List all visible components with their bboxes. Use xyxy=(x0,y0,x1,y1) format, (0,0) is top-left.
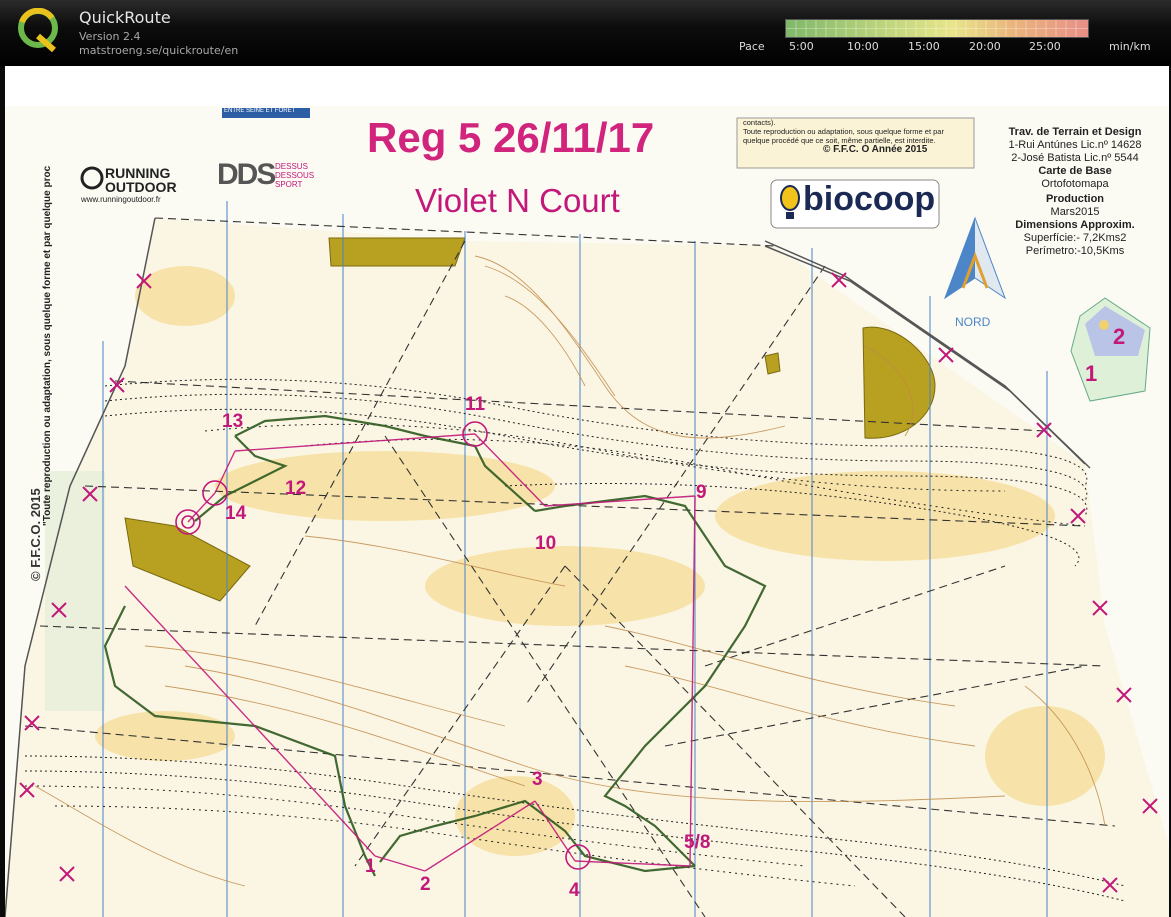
orienteering-map[interactable]: ENTRE SEINE ET FORÊT Reg 5 26/11/17 Viol… xyxy=(5,66,1169,917)
inset-label: 2 xyxy=(1113,324,1126,349)
control-number: 3 xyxy=(532,769,543,790)
credits-line: Ortofotomapa xyxy=(1041,178,1109,190)
pace-tick: 10:00 xyxy=(847,40,879,53)
inset-map xyxy=(1070,297,1151,402)
pace-color-scale xyxy=(785,19,1089,38)
credits-line: Perímetro:-10,5Kms xyxy=(1025,245,1125,257)
pace-scale-grid xyxy=(786,20,1088,37)
pace-unit: min/km xyxy=(1109,40,1151,53)
credits-title: Trav. de Terrain et Design xyxy=(1008,126,1142,138)
pace-tick: 15:00 xyxy=(908,40,940,53)
control-number: 4 xyxy=(569,880,580,901)
map-credits: Trav. de Terrain et Design 1-Rui Antúnes… xyxy=(975,126,1169,258)
course-name: Violet N Court xyxy=(415,182,620,219)
app-version: Version 2.4 xyxy=(79,30,141,43)
control-number: 14 xyxy=(225,503,247,524)
control-number: 2 xyxy=(420,874,431,895)
running-outdoor-logo: RUNNING OUTDOOR xyxy=(105,166,177,194)
copyright-text: contacts). Toute reproduction ou adaptat… xyxy=(743,118,944,155)
control-number: 5/8 xyxy=(684,832,711,853)
side-copyright: © F.F.C.O. 2015 xyxy=(28,488,43,581)
credits-title: Dimensions Approxim. xyxy=(1015,219,1135,231)
control-number: 1 xyxy=(365,856,376,877)
pace-label: Pace xyxy=(739,40,765,53)
north-label: NORD xyxy=(955,315,991,329)
control-number: 13 xyxy=(222,411,244,432)
copyright-line: contacts). xyxy=(743,118,776,127)
dds-subtitle-line: SPORT xyxy=(275,180,303,189)
dds-subtitle-line: DESSUS xyxy=(275,162,308,171)
quickroute-logo-icon xyxy=(18,8,58,52)
control-number: 11 xyxy=(465,394,486,415)
app-url: matstroeng.se/quickroute/en xyxy=(79,44,239,57)
running-outdoor-url: www.runningoutdoor.fr xyxy=(81,195,161,204)
app-title: QuickRoute xyxy=(79,8,171,27)
credits-line: 1-Rui Antúnes Lic.nº 14628 xyxy=(1008,139,1142,151)
credits-line: Mars2015 xyxy=(1050,206,1100,218)
biocoop-balloon-icon xyxy=(780,185,800,219)
map-title: Reg 5 26/11/17 xyxy=(367,114,655,161)
biocoop-logo: biocoop xyxy=(803,180,936,218)
running-outdoor-line: OUTDOOR xyxy=(105,179,177,195)
copyright-line: © F.F.C. O Année 2015 xyxy=(823,144,928,155)
pace-tick: 20:00 xyxy=(969,40,1001,53)
credits-title: Production xyxy=(1045,193,1105,205)
credits-line: 2-José Batista Lic.nº 5544 xyxy=(1011,152,1139,164)
inset-label: 1 xyxy=(1085,361,1098,386)
app-header: QuickRoute Version 2.4 matstroeng.se/qui… xyxy=(0,0,1171,66)
top-banner-text: ENTRE SEINE ET FORÊT xyxy=(224,108,296,114)
dds-logo: DDS xyxy=(217,158,276,191)
pace-tick: 5:00 xyxy=(789,40,814,53)
control-number: 9 xyxy=(696,482,707,503)
dds-subtitle-line: DESSOUS xyxy=(275,171,315,180)
running-outdoor-line: RUNNING xyxy=(105,165,171,181)
side-text: "Toute reproduction ou adaptation, sous … xyxy=(42,165,53,526)
credits-title: Carte de Base xyxy=(1038,165,1112,177)
copyright-line: Toute reproduction ou adaptation, sous q… xyxy=(743,127,944,136)
control-number: 12 xyxy=(285,478,307,499)
control-number: 10 xyxy=(535,533,557,554)
running-outdoor-icon xyxy=(80,166,104,190)
credits-line: Superfície:- 7,2Kms2 xyxy=(1023,232,1127,244)
dds-subtitle: DESSUS DESSOUS SPORT xyxy=(275,162,314,189)
pace-tick: 25:00 xyxy=(1029,40,1061,53)
